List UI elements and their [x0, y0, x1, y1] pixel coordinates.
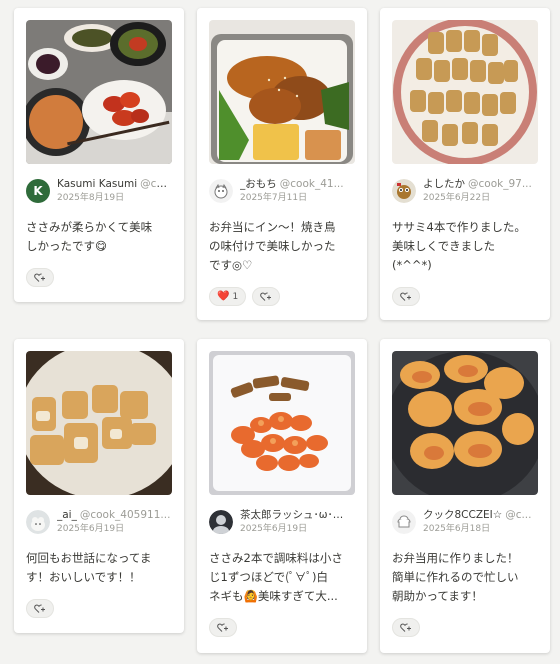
comment-text: お弁当用に作りました！ 簡単に作れるので忙しい 朝助かってます！ — [392, 549, 538, 606]
comment-line: の味付けで美味しかった — [209, 239, 336, 253]
comment-line: ササミ4本で作りました。 — [392, 220, 526, 234]
add-reaction-button[interactable] — [209, 618, 237, 637]
heart-plus-icon — [400, 292, 411, 301]
comment-line: しかったです😋 — [26, 239, 107, 253]
comment-text: お弁当にイン〜！焼き鳥 の味付けで美味しかった です◎♡ — [209, 218, 355, 275]
comment-text: ササミ4本で作りました。 美味しくできました (*^^*) — [392, 218, 538, 275]
author-name[interactable]: _おもち — [240, 178, 277, 190]
add-reaction-button[interactable] — [392, 287, 420, 306]
comment-text: ささみが柔らかくて美味 しかったです😋 — [26, 218, 172, 256]
avatar[interactable] — [209, 179, 233, 203]
author-name[interactable]: Kasumi Kasumi — [57, 178, 137, 190]
reactions-bar — [26, 268, 172, 287]
heart-plus-icon — [34, 273, 45, 282]
author-name-line[interactable]: クック8CCZEI☆ @c... — [423, 509, 538, 522]
reactions-bar: ❤️ 1 — [209, 287, 355, 306]
avatar[interactable] — [26, 510, 50, 534]
author-name[interactable]: 茶太郎ラッシュ･ω･ — [240, 509, 343, 521]
comment-date: 2025年6月22日 — [423, 193, 491, 203]
dish-photo[interactable] — [26, 351, 172, 495]
comment-line: 何回もお世話になってま — [26, 551, 152, 565]
add-reaction-button[interactable] — [26, 599, 54, 618]
comment-line: お弁当用に作りました！ — [392, 551, 519, 565]
avatar[interactable] — [392, 510, 416, 534]
author-name-line[interactable]: よしたか @cook_97... — [423, 178, 538, 191]
author-name-line[interactable]: Kasumi Kasumi@cookpad_user — [57, 178, 172, 191]
comment-line: 美味しくできました — [392, 239, 496, 253]
comment-author: _ai_ @cook_405911... 2025年6月19日 — [26, 509, 172, 535]
author-name[interactable]: クック8CCZEI☆ — [423, 509, 502, 521]
comment-card[interactable]: _おもち @cook_41... 2025年7月11日 お弁当にイン〜！焼き鳥 の… — [197, 8, 367, 320]
comment-line: ささみ2本で調味料は小さ — [209, 551, 343, 565]
dish-photo[interactable] — [209, 351, 355, 495]
avatar[interactable]: K — [26, 179, 50, 203]
heart-icon: ❤️ — [217, 291, 230, 302]
comment-line: す！おいしいです！！ — [26, 570, 141, 584]
reactions-bar — [209, 618, 355, 637]
comment-card[interactable]: K Kasumi Kasumi@cookpad_user 2025年8月19日 … — [14, 8, 184, 302]
dish-photo[interactable] — [26, 20, 172, 164]
comment-date: 2025年6月18日 — [423, 524, 491, 534]
comment-line: 朝助かってます！ — [392, 589, 483, 603]
comment-line: ネギも🙆美味すぎて大... — [209, 589, 338, 603]
comment-line: じ1ずつほどで(ﾟ∀ﾟ)白 — [209, 570, 328, 584]
add-reaction-button[interactable] — [252, 287, 281, 306]
comment-text: 何回もお世話になってま す！おいしいです！！ — [26, 549, 172, 587]
avatar[interactable] — [209, 510, 233, 534]
dish-photo[interactable] — [392, 20, 538, 164]
author-name-line[interactable]: _ai_ @cook_405911... — [57, 509, 172, 522]
comment-date: 2025年6月19日 — [57, 524, 125, 534]
comment-date: 2025年7月11日 — [240, 193, 308, 203]
author-name-line[interactable]: _おもち @cook_41... — [240, 178, 355, 191]
reaction-count: 1 — [232, 291, 239, 302]
add-reaction-button[interactable] — [26, 268, 54, 287]
comment-text: ささみ2本で調味料は小さ じ1ずつほどで(ﾟ∀ﾟ)白 ネギも🙆美味すぎて大... — [209, 549, 355, 606]
comment-author: クック8CCZEI☆ @c... 2025年6月18日 — [392, 509, 538, 535]
author-handle[interactable]: @cookpad_user — [140, 178, 172, 190]
comment-date: 2025年8月19日 — [57, 193, 125, 203]
comment-card[interactable]: クック8CCZEI☆ @c... 2025年6月18日 お弁当用に作りました！ 簡… — [380, 339, 550, 653]
author-handle[interactable]: @cook_97... — [468, 178, 532, 190]
comment-line: ささみが柔らかくて美味 — [26, 220, 153, 234]
comment-date: 2025年6月19日 — [240, 524, 308, 534]
reactions-bar — [392, 618, 538, 637]
heart-plus-icon — [260, 292, 272, 301]
dish-photo[interactable] — [392, 351, 538, 495]
comment-card[interactable]: 茶太郎ラッシュ･ω･@cook 2025年6月19日 ささみ2本で調味料は小さ … — [197, 339, 367, 653]
add-reaction-button[interactable] — [392, 618, 420, 637]
heart-plus-icon — [217, 623, 228, 632]
heart-plus-icon — [34, 604, 45, 613]
dish-photo[interactable] — [209, 20, 355, 164]
author-handle[interactable]: @cook_405911... — [80, 509, 171, 521]
comment-author: _おもち @cook_41... 2025年7月11日 — [209, 178, 355, 204]
author-handle[interactable]: @c... — [505, 509, 531, 521]
reactions-bar — [26, 599, 172, 618]
comment-author: よしたか @cook_97... 2025年6月22日 — [392, 178, 538, 204]
author-handle[interactable]: @cook_41... — [280, 178, 344, 190]
comment-line: です◎♡ — [209, 258, 253, 272]
comment-line: お弁当にイン〜！焼き鳥 — [209, 220, 336, 234]
comment-author: 茶太郎ラッシュ･ω･@cook 2025年6月19日 — [209, 509, 355, 535]
comment-card[interactable]: _ai_ @cook_405911... 2025年6月19日 何回もお世話になっ… — [14, 339, 184, 633]
comment-author: K Kasumi Kasumi@cookpad_user 2025年8月19日 — [26, 178, 172, 204]
comment-card[interactable]: よしたか @cook_97... 2025年6月22日 ササミ4本で作りました。 … — [380, 8, 550, 320]
heart-plus-icon — [400, 623, 411, 632]
comment-line: 簡単に作れるので忙しい — [392, 570, 519, 584]
comment-line: (*^^*) — [392, 258, 432, 272]
reactions-bar — [392, 287, 538, 306]
author-name[interactable]: よしたか — [423, 178, 465, 190]
author-name-line[interactable]: 茶太郎ラッシュ･ω･@cook — [240, 509, 355, 522]
author-name[interactable]: _ai_ — [57, 509, 77, 521]
avatar[interactable] — [392, 179, 416, 203]
reaction-heart-button[interactable]: ❤️ 1 — [209, 287, 247, 306]
